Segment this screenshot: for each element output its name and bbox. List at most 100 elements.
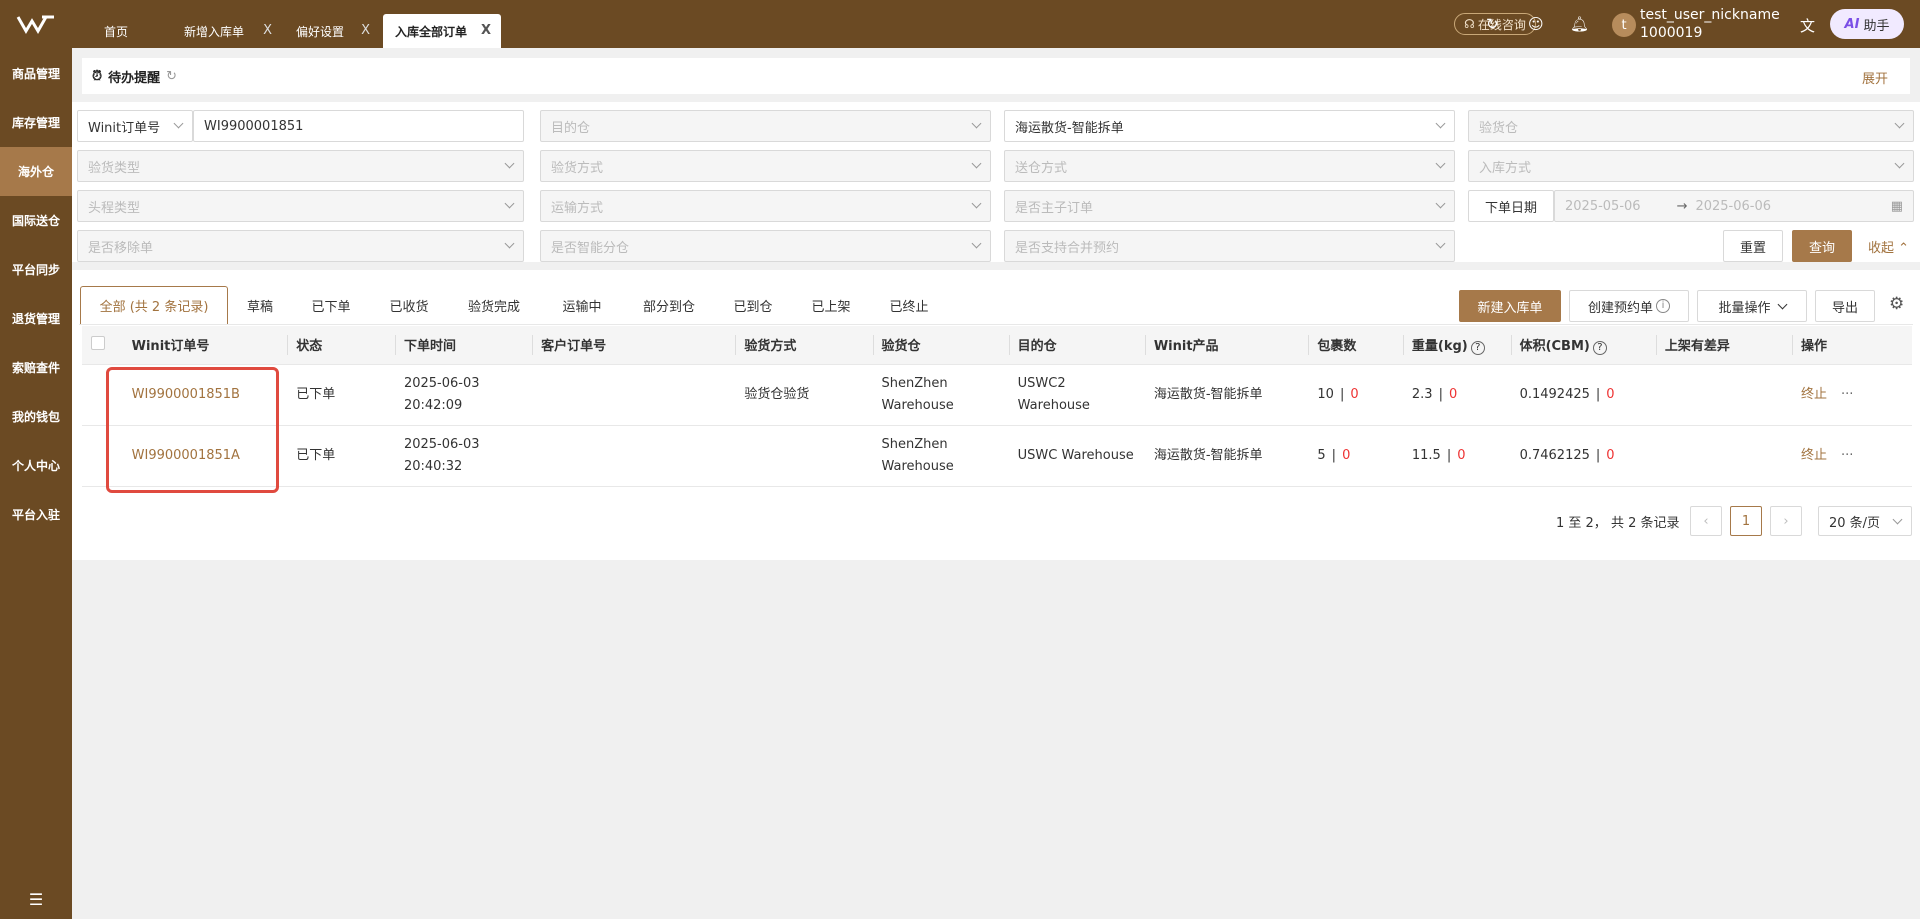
status-tab[interactable]: 已上架 bbox=[792, 286, 870, 324]
query-button[interactable]: 查询 bbox=[1792, 230, 1852, 262]
close-icon[interactable]: X bbox=[481, 23, 491, 38]
chevron-down-icon bbox=[1435, 238, 1446, 249]
terminate-link[interactable]: 终止 bbox=[1801, 448, 1827, 463]
sidebar-item[interactable]: 我的钱包 bbox=[0, 392, 72, 441]
tab-home[interactable]: 首页 bbox=[92, 14, 168, 48]
column-header-label: 状态 bbox=[296, 339, 323, 355]
product-select[interactable]: 海运散货-智能拆单 bbox=[1004, 110, 1455, 142]
op-cell: 终止 ··· bbox=[1792, 425, 1912, 487]
create-reserve-button[interactable]: 创建预约单 i bbox=[1569, 290, 1689, 322]
product-name: 海运散货-智能拆单 bbox=[1153, 386, 1263, 402]
tab-preferences[interactable]: 偏好设置 X bbox=[284, 14, 380, 48]
close-icon[interactable]: X bbox=[263, 23, 272, 38]
more-icon[interactable]: ··· bbox=[1841, 448, 1853, 463]
terminate-link[interactable]: 终止 bbox=[1801, 387, 1827, 402]
pkg-cell: 10 | 0 bbox=[1308, 364, 1403, 426]
delivery-method-select[interactable]: 送仓方式 bbox=[1004, 150, 1455, 182]
user-info[interactable]: test_user_nickname 1000019 bbox=[1640, 6, 1780, 42]
next-page-button[interactable]: › bbox=[1770, 506, 1802, 536]
smart-split-select[interactable]: 是否智能分仓 bbox=[540, 230, 991, 262]
batch-ops-button[interactable]: 批量操作 bbox=[1697, 290, 1807, 322]
status-cell: 已下单 bbox=[287, 425, 395, 487]
close-icon[interactable]: X bbox=[361, 23, 370, 38]
expand-link[interactable]: 展开 bbox=[1862, 68, 1888, 87]
prev-page-button[interactable]: ‹ bbox=[1690, 506, 1722, 536]
ai-assistant-button[interactable]: AI 助手 bbox=[1830, 9, 1904, 39]
tab-new-inbound[interactable]: 新增入库单 X bbox=[172, 14, 282, 48]
status-tab[interactable]: 已下单 bbox=[292, 286, 370, 324]
order-no-input[interactable]: WI9900001851 bbox=[193, 110, 524, 142]
dest-warehouse-select[interactable]: 目的仓 bbox=[540, 110, 991, 142]
divider: | bbox=[1331, 447, 1337, 463]
placeholder: 运输方式 bbox=[551, 200, 604, 216]
transfer-select[interactable]: 是否移除单 bbox=[77, 230, 524, 262]
sidebar-item[interactable]: 平台入驻 bbox=[0, 490, 72, 539]
order-type-select[interactable]: Winit订单号 bbox=[77, 110, 193, 142]
create-reserve-label: 创建预约单 bbox=[1587, 300, 1653, 316]
translate-icon[interactable]: 文 bbox=[1800, 15, 1815, 36]
status-tab[interactable]: 草稿 bbox=[228, 286, 292, 324]
status-tab[interactable]: 验货完成 bbox=[448, 286, 540, 324]
sidebar-item[interactable]: 索赔查件 bbox=[0, 343, 72, 392]
inspect-method-cell: 验货仓验货 bbox=[735, 364, 873, 426]
volume-cell: 0.1492425 | 0 bbox=[1510, 364, 1656, 426]
merge-reserve-select[interactable]: 是否支持合并预约 bbox=[1004, 230, 1455, 262]
status-tab[interactable]: 已收货 bbox=[370, 286, 448, 324]
status-tab[interactable]: 部分到仓 bbox=[624, 286, 714, 324]
feedback-icon[interactable]: ☺ bbox=[1528, 15, 1544, 33]
transport-method-select[interactable]: 运输方式 bbox=[540, 190, 991, 222]
inspect-method-select[interactable]: 验货方式 bbox=[540, 150, 991, 182]
sidebar-item[interactable]: 库存管理 bbox=[0, 98, 72, 147]
sidebar-item[interactable]: 国际送仓 bbox=[0, 196, 72, 245]
chevron-down-icon bbox=[504, 238, 515, 249]
divider: | bbox=[1438, 386, 1443, 402]
order-type-value: Winit订单号 bbox=[88, 120, 161, 136]
status-tab[interactable]: 全部 (共 2 条记录) bbox=[80, 286, 228, 324]
more-icon[interactable]: ··· bbox=[1841, 387, 1853, 402]
divider: | bbox=[1446, 447, 1452, 463]
sidebar-item[interactable]: 退货管理 bbox=[0, 294, 72, 343]
chevron-down-icon bbox=[1777, 299, 1787, 309]
select-all-checkbox[interactable] bbox=[91, 335, 105, 350]
sidebar-item[interactable]: 海外仓 bbox=[0, 147, 72, 196]
status-tab[interactable]: 已终止 bbox=[870, 286, 948, 324]
date-range-picker[interactable]: 2025-05-06 → 2025-06-06 ▦ bbox=[1554, 190, 1914, 222]
inspect-warehouse-select[interactable]: 验货仓 bbox=[1468, 110, 1914, 142]
status-tab[interactable]: 运输中 bbox=[540, 286, 624, 324]
inspect-type-select[interactable]: 验货类型 bbox=[77, 150, 524, 182]
reset-button[interactable]: 重置 bbox=[1723, 230, 1783, 262]
new-inbound-button[interactable]: 新建入库单 bbox=[1459, 290, 1561, 322]
settings-gear-icon[interactable]: ⚙ bbox=[1889, 294, 1904, 314]
refresh-icon[interactable]: ↻ bbox=[1486, 15, 1499, 33]
order-no-value: WI9900001851 bbox=[204, 118, 304, 134]
bell-icon[interactable]: 🔔︎ bbox=[1570, 15, 1589, 33]
status-tab[interactable]: 已到仓 bbox=[714, 286, 792, 324]
sidebar-item[interactable]: 商品管理 bbox=[0, 49, 72, 98]
page-size-select[interactable]: 20 条/页 bbox=[1818, 506, 1912, 536]
sidebar-item[interactable]: 个人中心 bbox=[0, 441, 72, 490]
inbound-method-select[interactable]: 入库方式 bbox=[1468, 150, 1914, 182]
page-1-button[interactable]: 1 bbox=[1730, 506, 1762, 536]
alarm-icon: ⏰︎ bbox=[92, 68, 103, 84]
avatar[interactable]: t bbox=[1612, 13, 1636, 37]
ai-icon: AI bbox=[1844, 16, 1860, 32]
product-cell: 海运散货-智能拆单 bbox=[1144, 425, 1309, 487]
help-icon[interactable]: ? bbox=[1592, 340, 1607, 355]
collapse-link[interactable]: 收起 ⌃ bbox=[1868, 237, 1909, 256]
dest-wh-line: USWC Warehouse bbox=[1017, 447, 1134, 463]
chevron-down-icon bbox=[1892, 514, 1903, 525]
sidebar-collapse-icon[interactable]: ☰ bbox=[0, 890, 72, 909]
chevron-down-icon bbox=[971, 158, 982, 169]
export-button[interactable]: 导出 bbox=[1815, 290, 1875, 322]
dest-wh-cell: USWC2 Warehouse bbox=[1008, 364, 1145, 426]
divider: | bbox=[1595, 447, 1601, 463]
column-header-label: 客户订单号 bbox=[541, 339, 607, 355]
sidebar-item[interactable]: 平台同步 bbox=[0, 245, 72, 294]
column-header-label: 上架有差异 bbox=[1664, 339, 1730, 355]
logo[interactable] bbox=[0, 0, 72, 48]
help-icon[interactable]: ? bbox=[1470, 340, 1485, 355]
weight-cell: 2.3 | 0 bbox=[1402, 364, 1511, 426]
first-leg-type-select[interactable]: 头程类型 bbox=[77, 190, 524, 222]
tab-all-inbound-orders[interactable]: 入库全部订单 X bbox=[383, 14, 501, 48]
master-sub-select[interactable]: 是否主子订单 bbox=[1004, 190, 1455, 222]
